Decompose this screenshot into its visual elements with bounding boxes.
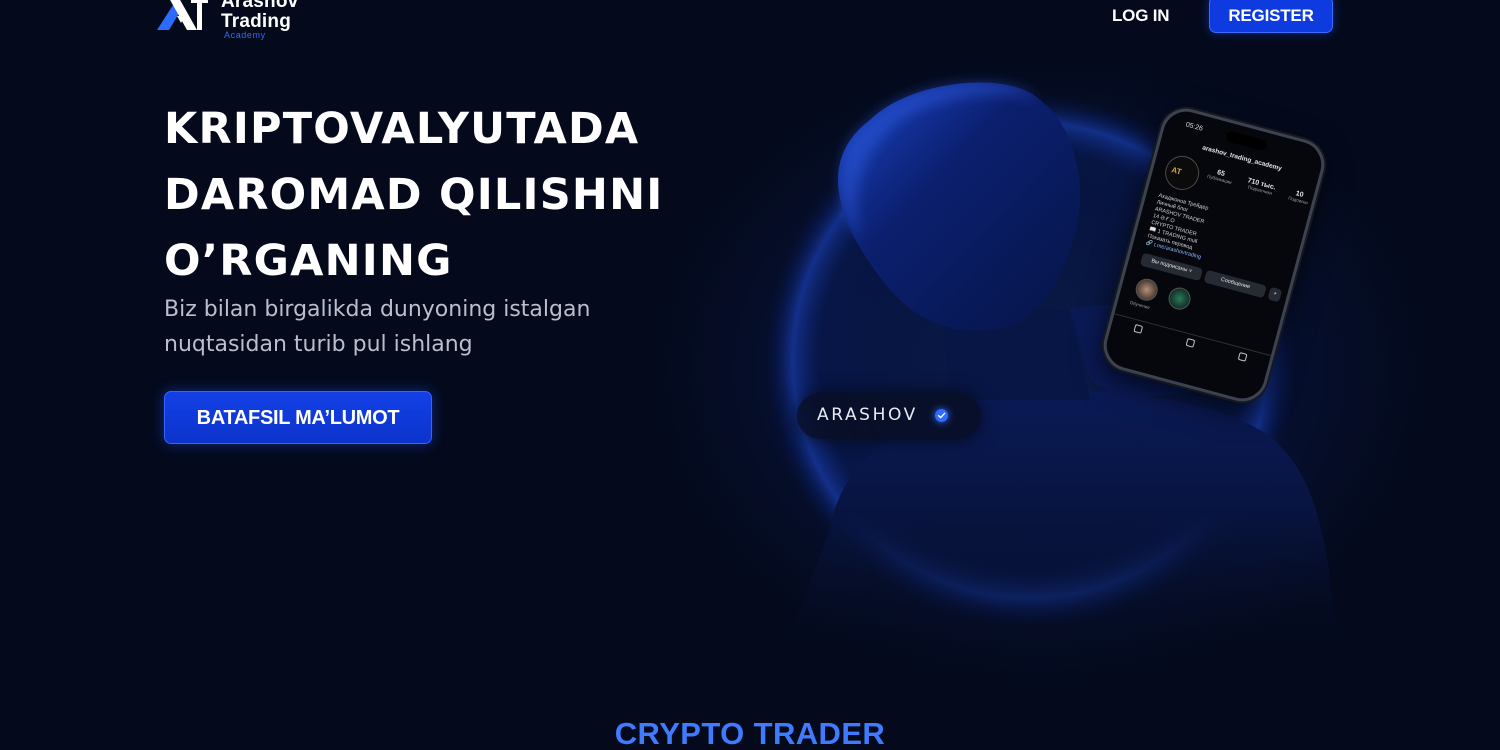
phone-tab-bar <box>1110 313 1272 371</box>
login-link[interactable]: LOG IN <box>1112 2 1170 30</box>
hero-subtitle: Biz bilan birgalikda dunyoning istalgan … <box>164 292 634 362</box>
phone-dynamic-island <box>1224 130 1269 152</box>
brand-logo[interactable]: Arashov Trading Academy <box>155 0 325 44</box>
landing-page: Arashov Trading Academy LOG IN REGISTER <box>0 0 1500 750</box>
phone-stat-following: 10 Подписки <box>1288 189 1310 205</box>
phone-stat-followers: 710 тыс. Подписчики <box>1245 177 1277 196</box>
hero-subtitle-line: Biz bilan birgalikda dunyoning istalgan <box>164 297 591 322</box>
phone-more-button: + <box>1267 286 1283 303</box>
more-info-button[interactable]: BATAFSIL MA’LUMOT <box>164 391 432 444</box>
grid-icon <box>1133 323 1144 334</box>
hero-title: KRIPTOVALYUTADA DAROMAD QILISHNI O’RGANI… <box>164 96 684 294</box>
phone-profile-avatar: AT <box>1161 152 1203 194</box>
register-button[interactable]: REGISTER <box>1209 0 1333 33</box>
phone-time: 05:26 <box>1184 121 1204 133</box>
verified-check-icon <box>935 409 948 422</box>
phone-avatar-logo: AT <box>1170 165 1183 177</box>
hero-title-line: DAROMAD QILISHNI <box>164 170 664 220</box>
profile-name: ARASHOV <box>817 405 918 425</box>
phone-stat-posts: 65 Публикации <box>1207 167 1234 185</box>
hero-title-line: O’RGANING <box>164 236 453 286</box>
brand-name: Arashov Trading <box>221 0 298 32</box>
phone-highlight-1 <box>1133 276 1161 304</box>
section-title: CRYPTO TRADER <box>614 716 886 750</box>
reels-icon <box>1185 337 1196 348</box>
brand-name-line2: Trading <box>221 11 292 32</box>
logo-mark-icon <box>157 0 208 30</box>
hero-title-line: KRIPTOVALYUTADA <box>164 104 640 154</box>
phone-highlight-label: Обучение <box>1129 299 1151 311</box>
phone-profile-stats: 65 Публикации 710 тыс. Подписчики 10 Под… <box>1207 167 1311 205</box>
hero-subtitle-line: nuqtasidan turib pul ishlang <box>164 332 473 357</box>
tagged-icon <box>1237 351 1248 362</box>
brand-subtitle: Academy <box>224 30 266 40</box>
profile-name-badge: ARASHOV <box>797 393 981 439</box>
phone-highlight-2 <box>1166 285 1194 313</box>
